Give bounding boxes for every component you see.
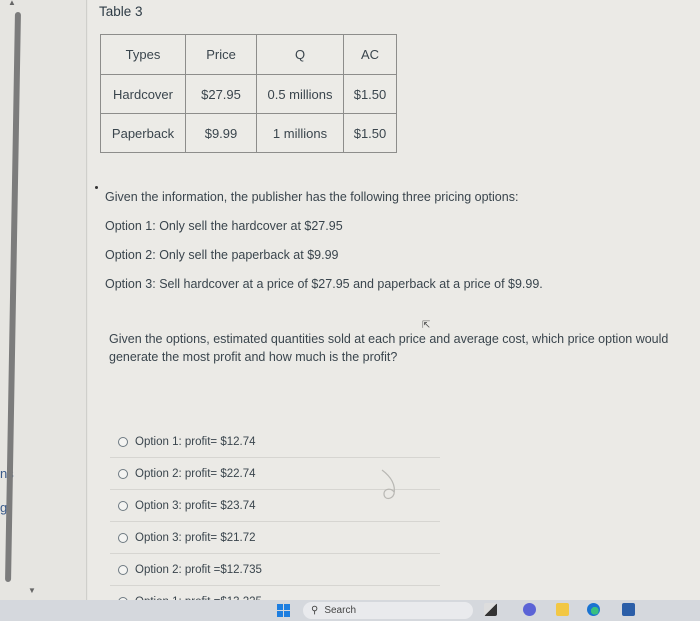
question-content: Table 3 Types Price Q AC Hardcover $27.9… [88,0,700,608]
answer-label: Option 2: profit =$12.735 [135,563,262,576]
radio-button[interactable] [118,436,128,447]
answer-label: Option 3: profit= $21.72 [135,531,256,544]
radio-button[interactable] [118,532,128,543]
scroll-up-arrow-icon[interactable]: ▲ [8,0,16,7]
pricing-table: Types Price Q AC Hardcover $27.95 0.5 mi… [100,34,397,153]
taskbar-search[interactable]: ⚲ Search [303,602,473,619]
pricing-option-text: Option 1: Only sell the hardcover at $27… [105,219,343,233]
pane-divider [86,0,87,600]
table-cell: Paperback [100,113,186,153]
answer-label: Option 3: profit= $23.74 [135,499,256,512]
bullet-marker [95,186,98,189]
search-label: Search [324,605,357,616]
table-header: Q [256,34,344,75]
table-header-row: Types Price Q AC [100,34,397,75]
table-row: Paperback $9.99 1 millions $1.50 [100,113,397,153]
scrollbar-thumb[interactable] [5,12,21,582]
radio-button[interactable] [118,564,128,575]
pricing-option-text: Option 2: Only sell the paperback at $9.… [105,248,339,262]
left-sidebar: ns g ▲ ▼ [0,0,88,600]
pricing-option-text: Option 3: Sell hardcover at a price of $… [105,277,543,291]
table-cell: $1.50 [343,74,397,114]
table-cell: 1 millions [256,113,344,153]
table-cell: Hardcover [100,74,186,114]
answer-option[interactable]: Option 1: profit= $12.74 [110,426,440,458]
table-cell: $27.95 [185,74,257,114]
answer-option[interactable]: Option 3: profit= $21.72 [110,522,440,554]
pen-doodle-icon [381,469,395,500]
table-cell: 0.5 millions [256,74,344,114]
scroll-down-arrow-icon[interactable]: ▼ [28,586,36,595]
radio-button[interactable] [118,500,128,511]
table-cell: $9.99 [185,113,257,153]
start-icon[interactable] [277,604,290,617]
intro-lead: Given the information, the publisher has… [105,190,519,204]
table-cell: $1.50 [343,113,397,153]
table-title: Table 3 [99,4,143,19]
table-header: AC [343,34,397,75]
answer-label: Option 2: profit= $22.74 [135,467,256,480]
question-text: Given the options, estimated quantities … [109,332,669,364]
answer-label: Option 1: profit= $12.74 [135,435,256,448]
search-icon: ⚲ [311,605,319,616]
answer-choices: Option 1: profit= $12.74 Option 2: profi… [110,426,440,617]
meet-icon[interactable] [523,603,536,616]
edge-icon[interactable] [587,603,600,616]
radio-button[interactable] [118,468,128,479]
answer-option[interactable]: Option 2: profit =$12.735 [110,554,440,586]
task-view-icon[interactable] [484,603,497,616]
store-icon[interactable] [622,603,635,616]
table-header: Types [100,34,186,75]
file-explorer-icon[interactable] [556,603,569,616]
table-header: Price [185,34,257,75]
table-row: Hardcover $27.95 0.5 millions $1.50 [100,74,397,114]
